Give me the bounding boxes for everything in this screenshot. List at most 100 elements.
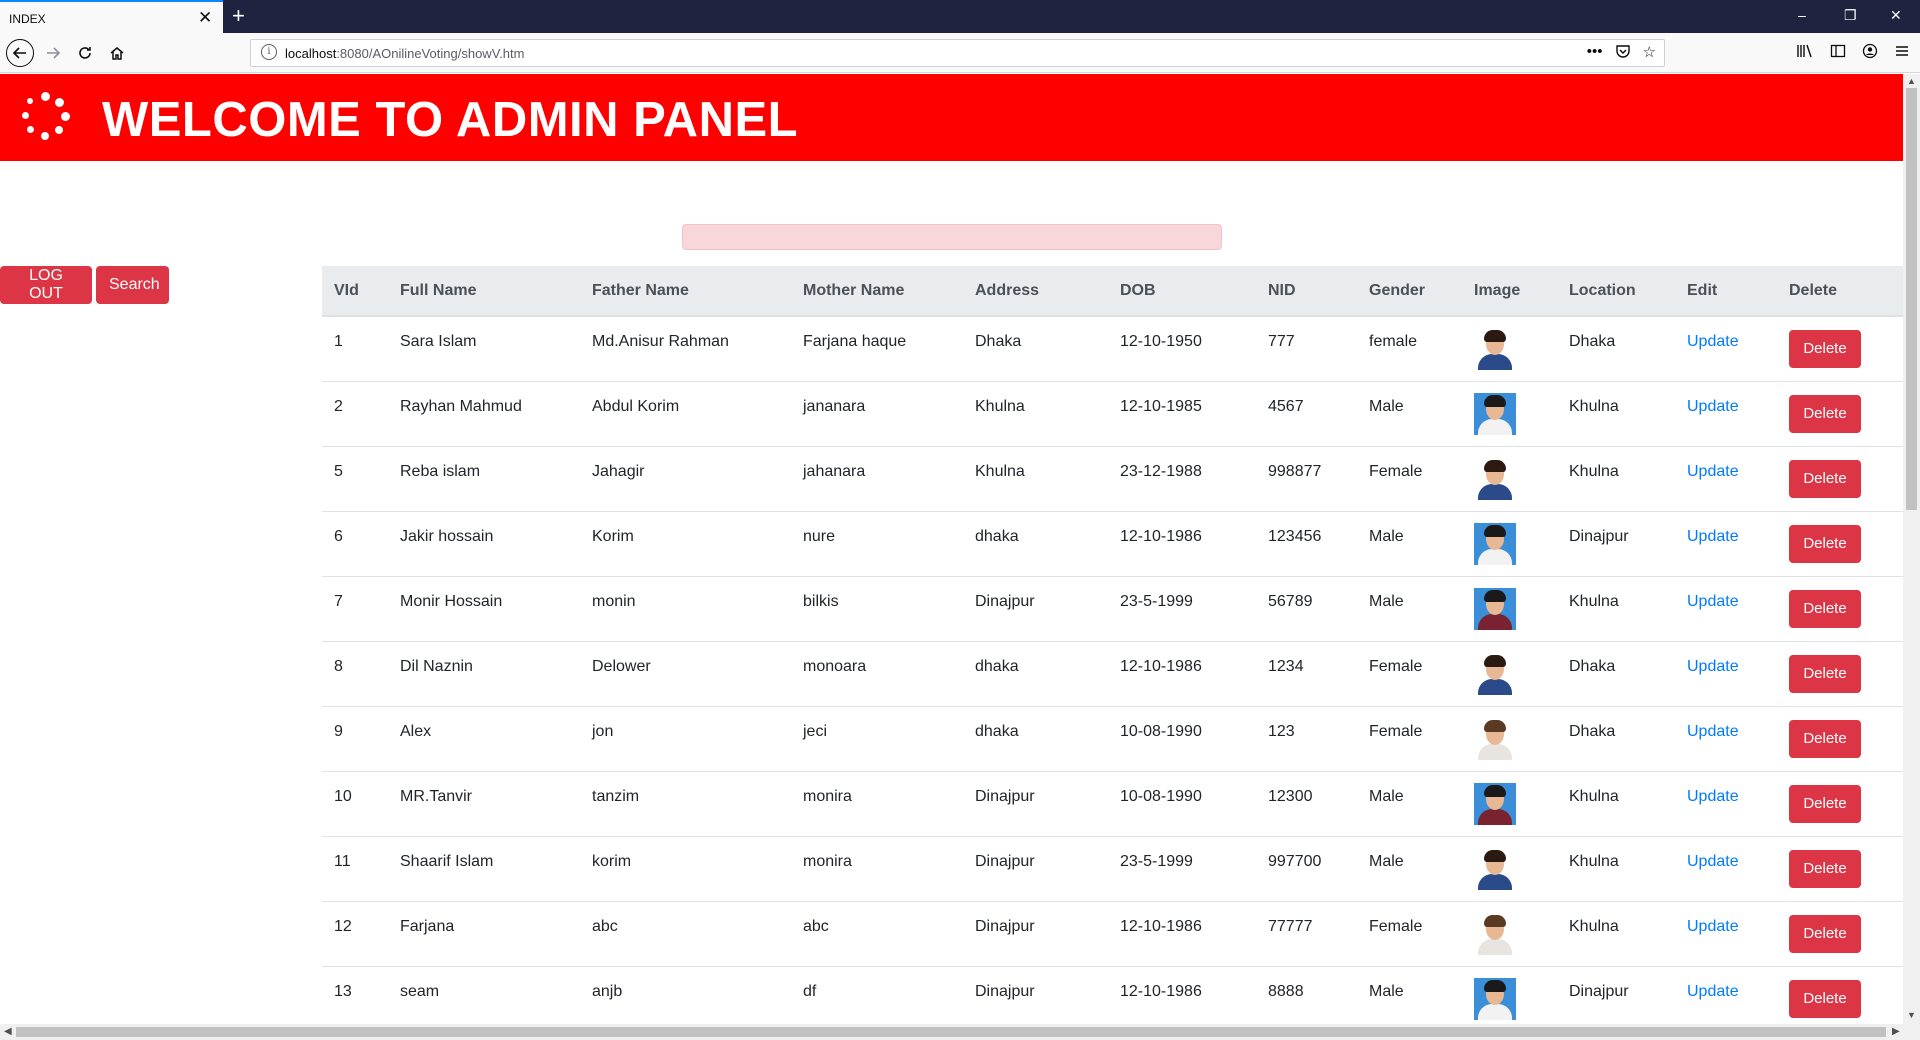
cell-delete: Delete [1777, 835, 1903, 901]
update-link[interactable]: Update [1687, 593, 1739, 610]
reload-icon[interactable] [72, 40, 98, 66]
table-row: 5 Reba islam Jahagir jahanara Khulna 23-12-19… [322, 445, 1903, 511]
cell-nid: 998877 [1256, 445, 1357, 511]
update-link[interactable]: Update [1687, 528, 1739, 545]
column-header: Image [1462, 266, 1557, 317]
url-text: localhost:8080/AOnilineVoting/showV.htm [285, 46, 525, 61]
scroll-up-icon[interactable]: ▲ [1907, 76, 1916, 86]
update-link[interactable]: Update [1687, 463, 1739, 480]
cell-vid: 9 [322, 705, 388, 771]
cell-edit: Update [1675, 315, 1777, 381]
window-close-icon[interactable]: ✕ [1890, 6, 1902, 24]
scroll-right-icon[interactable]: ▶ [1892, 1026, 1900, 1037]
table-row: 7 Monir Hossain monin bilkis Dinajpur 23-5-19… [322, 575, 1903, 641]
cell-father: anjb [580, 965, 791, 1024]
update-link[interactable]: Update [1687, 788, 1739, 805]
delete-button[interactable]: Delete [1789, 849, 1861, 888]
cell-dob: 23-12-1988 [1108, 445, 1256, 511]
cell-full-name: Sara Islam [388, 315, 580, 381]
delete-button[interactable]: Delete [1789, 979, 1861, 1018]
cell-image [1462, 510, 1557, 576]
cell-father: jon [580, 705, 791, 771]
cell-nid: 4567 [1256, 380, 1357, 446]
cell-gender: Male [1357, 965, 1462, 1024]
cell-delete: Delete [1777, 575, 1903, 641]
column-header: NID [1256, 266, 1357, 317]
new-tab-icon[interactable]: + [232, 3, 245, 29]
cell-image [1462, 445, 1557, 511]
search-button[interactable]: Search [96, 266, 169, 304]
cell-mother: jeci [791, 705, 963, 771]
delete-button[interactable]: Delete [1789, 459, 1861, 498]
scroll-left-icon[interactable]: ◀ [4, 1026, 12, 1037]
cell-delete: Delete [1777, 640, 1903, 706]
scroll-down-icon[interactable]: ▼ [1907, 1010, 1916, 1020]
account-icon[interactable] [1862, 43, 1878, 63]
back-arrow-icon[interactable] [6, 39, 34, 67]
search-input[interactable] [682, 224, 1222, 250]
table-row: 11 Shaarif Islam korim monira Dinajpur 23-5-1… [322, 835, 1903, 901]
cell-father: abc [580, 900, 791, 966]
cell-mother: monira [791, 835, 963, 901]
cell-father: Abdul Korim [580, 380, 791, 446]
cell-gender: Male [1357, 510, 1462, 576]
browser-tab[interactable]: INDEX ✕ [0, 0, 223, 33]
update-link[interactable]: Update [1687, 723, 1739, 740]
table-row: 13 seam anjb df Dinajpur 12-10-1986 8888 Male Di… [322, 965, 1903, 1024]
cell-full-name: Dil Naznin [388, 640, 580, 706]
vertical-scrollbar[interactable]: ▲ ▼ [1903, 74, 1920, 1024]
voter-photo [1474, 457, 1516, 500]
bookmark-star-icon[interactable]: ☆ [1643, 43, 1656, 63]
cell-location: Khulna [1557, 770, 1675, 836]
cell-delete: Delete [1777, 510, 1903, 576]
vertical-scroll-thumb[interactable] [1906, 88, 1917, 510]
horizontal-scrollbar[interactable]: ◀ ▶ [0, 1024, 1920, 1040]
minimize-icon[interactable]: – [1798, 6, 1806, 24]
delete-button[interactable]: Delete [1789, 589, 1861, 628]
forward-arrow-icon[interactable] [40, 40, 66, 66]
cell-image [1462, 315, 1557, 381]
cell-vid: 10 [322, 770, 388, 836]
cell-dob: 12-10-1986 [1108, 900, 1256, 966]
menu-icon[interactable] [1894, 43, 1910, 63]
voter-photo [1474, 392, 1516, 435]
cell-vid: 5 [322, 445, 388, 511]
admin-header: WELCOME TO ADMIN PANEL [0, 74, 1903, 161]
cell-vid: 11 [322, 835, 388, 901]
delete-button[interactable]: Delete [1789, 914, 1861, 953]
update-link[interactable]: Update [1687, 398, 1739, 415]
page-actions-icon[interactable]: ••• [1587, 43, 1603, 63]
url-bar[interactable]: i localhost:8080/AOnilineVoting/showV.ht… [250, 39, 1665, 67]
delete-button[interactable]: Delete [1789, 524, 1861, 563]
voter-photo [1474, 327, 1516, 370]
cell-location: Khulna [1557, 900, 1675, 966]
horizontal-scroll-thumb[interactable] [16, 1027, 1886, 1037]
cell-location: Dinajpur [1557, 510, 1675, 576]
cell-father: Delower [580, 640, 791, 706]
cell-address: dhaka [963, 640, 1108, 706]
delete-button[interactable]: Delete [1789, 394, 1861, 433]
update-link[interactable]: Update [1687, 333, 1739, 350]
delete-button[interactable]: Delete [1789, 329, 1861, 368]
tab-close-icon[interactable]: ✕ [198, 8, 212, 28]
library-icon[interactable] [1796, 43, 1814, 63]
restore-icon[interactable]: ❐ [1844, 6, 1857, 24]
update-link[interactable]: Update [1687, 918, 1739, 935]
update-link[interactable]: Update [1687, 658, 1739, 675]
delete-button[interactable]: Delete [1789, 719, 1861, 758]
delete-button[interactable]: Delete [1789, 784, 1861, 823]
site-info-icon[interactable]: i [261, 44, 277, 60]
sidebar-icon[interactable] [1830, 43, 1846, 63]
home-icon[interactable] [104, 40, 130, 66]
update-link[interactable]: Update [1687, 983, 1739, 1000]
cell-nid: 1234 [1256, 640, 1357, 706]
update-link[interactable]: Update [1687, 853, 1739, 870]
logout-button[interactable]: LOG OUT [0, 266, 92, 304]
delete-button[interactable]: Delete [1789, 654, 1861, 693]
tab-title: INDEX [9, 12, 46, 26]
cell-image [1462, 770, 1557, 836]
table-row: 8 Dil Naznin Delower monoara dhaka 12-10-1986… [322, 640, 1903, 706]
cell-mother: jahanara [791, 445, 963, 511]
pocket-icon[interactable] [1615, 43, 1631, 63]
loading-spinner-icon [22, 92, 70, 140]
